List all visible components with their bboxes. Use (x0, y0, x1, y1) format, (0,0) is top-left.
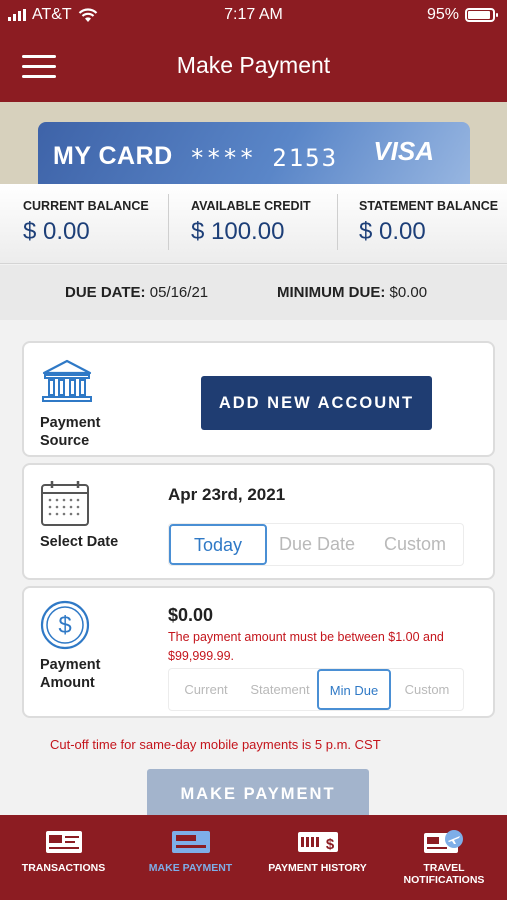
selected-date: Apr 23rd, 2021 (168, 485, 286, 504)
balance-label: STATEMENT BALANCE (359, 199, 499, 213)
make-payment-button[interactable]: MAKE PAYMENT (147, 769, 369, 819)
travel-icon (424, 830, 463, 853)
calendar-icon[interactable] (40, 479, 90, 527)
label-line: Source (40, 433, 90, 449)
dollar-icon: $ (40, 600, 90, 650)
amount-option-statement[interactable]: Statement (243, 669, 317, 710)
nav-transactions[interactable]: TRANSACTIONS (0, 815, 127, 900)
date-option-custom[interactable]: Custom (367, 524, 463, 565)
amount-option-min-due[interactable]: Min Due (317, 669, 391, 710)
balance-value: $ 100.00 (191, 218, 285, 245)
balance-value: $ 0.00 (359, 218, 426, 245)
nav-label: MAKE PAYMENT (127, 862, 254, 874)
transactions-icon (46, 831, 82, 853)
balance-label: CURRENT BALANCE (23, 199, 149, 213)
status-bar: AT&T 7:17 AM 95% (0, 0, 507, 30)
balance-value: $ 0.00 (23, 218, 90, 245)
payment-source-panel: Payment Source ADD NEW ACCOUNT (22, 341, 495, 457)
svg-text:$: $ (58, 612, 71, 639)
minimum-due: MINIMUM DUE: $0.00 (277, 284, 427, 301)
due-date-label: DUE DATE: (65, 284, 146, 301)
nav-label-line: PAYMENT HISTORY (268, 862, 367, 874)
make-payment-icon (172, 831, 210, 853)
select-date-panel: Select Date Apr 23rd, 2021 Today Due Dat… (22, 463, 495, 580)
minimum-due-label: MINIMUM DUE: (277, 284, 386, 301)
nav-label-line: MAKE PAYMENT (148, 862, 233, 874)
minimum-due-value: $0.00 (389, 284, 428, 301)
nav-label: PAYMENT HISTORY (254, 862, 381, 874)
bank-icon (42, 359, 92, 402)
card-brand-logo: VISA (373, 136, 434, 166)
label-line: Amount (40, 675, 95, 691)
date-option-due-date[interactable]: Due Date (267, 524, 367, 565)
battery-percent: 95% (426, 6, 459, 23)
due-info: DUE DATE: 05/16/21 MINIMUM DUE: $0.00 (0, 265, 507, 320)
divider (337, 194, 338, 250)
bottom-nav: TRANSACTIONS MAKE PAYMENT $ PAYMENT HIST… (0, 815, 507, 900)
payment-amount-panel: $ Payment Amount $0.00 The payment amoun… (22, 586, 495, 718)
label-line: Payment (40, 415, 101, 431)
nav-label: TRANSACTIONS (0, 862, 127, 874)
amount-options: Current Statement Min Due Custom (168, 668, 464, 711)
card-number: **** 2153 (190, 144, 339, 172)
nav-label-line: NOTIFICATIONS (403, 874, 485, 886)
app-header: AT&T 7:17 AM 95% Make Payment (0, 0, 507, 102)
svg-text:$: $ (326, 836, 335, 853)
add-new-account-button[interactable]: ADD NEW ACCOUNT (201, 376, 432, 430)
cutoff-note: Cut-off time for same-day mobile payment… (50, 737, 381, 752)
card-name: MY CARD (53, 142, 173, 170)
credit-card: MY CARD **** 2153 VISA (38, 122, 470, 184)
nav-label-line: TRANSACTIONS (21, 862, 106, 874)
balance-summary: CURRENT BALANCE $ 0.00 AVAILABLE CREDIT … (0, 184, 507, 264)
amount-error-message: The payment amount must be between $1.00… (168, 630, 444, 663)
nav-travel-notifications[interactable]: TRAVEL NOTIFICATIONS (381, 815, 507, 900)
amount-option-custom[interactable]: Custom (391, 669, 463, 710)
battery-icon (465, 8, 498, 22)
nav-label: TRAVEL NOTIFICATIONS (381, 862, 507, 886)
payment-history-icon: $ (298, 832, 338, 853)
divider (168, 194, 169, 250)
card-banner: MY CARD **** 2153 VISA (0, 102, 507, 184)
date-option-today[interactable]: Today (169, 524, 267, 565)
nav-label-line: TRAVEL (423, 862, 465, 874)
battery-info: 95% (426, 6, 498, 24)
payment-amount-label: Payment Amount (40, 656, 100, 692)
balance-label: AVAILABLE CREDIT (191, 199, 311, 213)
payment-amount-value[interactable]: $0.00 (168, 605, 213, 626)
nav-make-payment[interactable]: MAKE PAYMENT (127, 815, 254, 900)
nav-payment-history[interactable]: $ PAYMENT HISTORY (254, 815, 381, 900)
select-date-label: Select Date (40, 534, 119, 550)
payment-source-label: Payment Source (40, 414, 100, 450)
due-date: DUE DATE: 05/16/21 (65, 284, 208, 301)
date-options: Today Due Date Custom (168, 523, 464, 566)
amount-option-current[interactable]: Current (169, 669, 243, 710)
label-line: Payment (40, 657, 101, 673)
page-title: Make Payment (176, 52, 331, 78)
due-date-value: 05/16/21 (149, 284, 209, 301)
